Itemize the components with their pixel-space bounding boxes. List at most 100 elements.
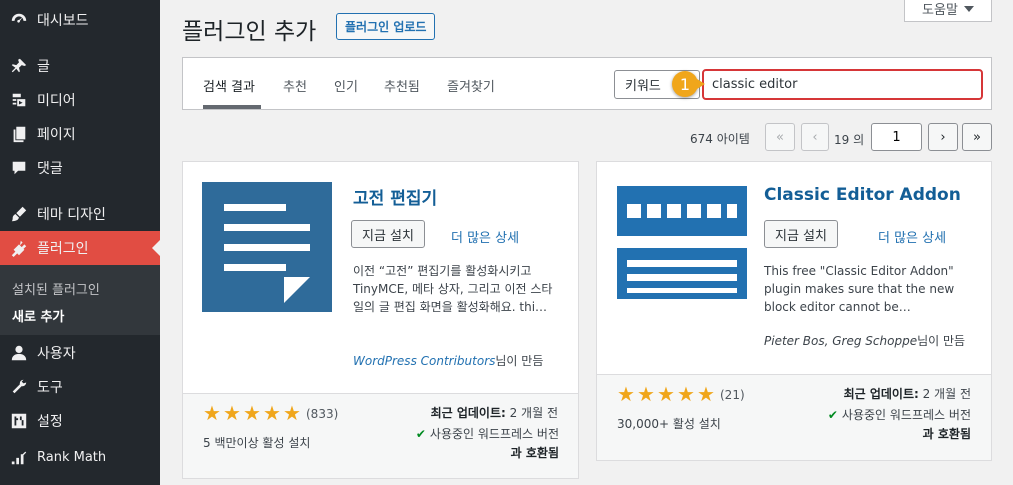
plugin-description: This free "Classic Editor Addon" plugin … xyxy=(764,264,955,314)
next-page-button[interactable]: › xyxy=(928,123,958,151)
sidebar-item-label: 페이지 xyxy=(37,127,76,143)
classic-editor-logo-icon[interactable] xyxy=(202,182,332,312)
star-icon: ★ xyxy=(637,382,655,406)
active-installs: 5 백만이상 활성 설치 xyxy=(203,436,311,450)
tab-popular[interactable]: 인기 xyxy=(334,76,358,95)
sidebar-item-settings[interactable]: 설정 xyxy=(0,404,160,438)
active-installs: 30,000+ 활성 설치 xyxy=(617,417,721,431)
star-icon: ★ xyxy=(263,401,281,425)
sidebar-item-pages[interactable]: 페이지 xyxy=(0,117,160,151)
plugin-name-link[interactable]: 고전 편집기 xyxy=(353,184,437,209)
prev-page-button[interactable]: ‹ xyxy=(801,123,829,151)
compat-text: 사용중인 워드프레스 버전 xyxy=(429,427,559,441)
more-details-link[interactable]: 더 많은 상세 xyxy=(878,227,946,246)
tab-search-results[interactable]: 검색 결과 xyxy=(203,76,255,95)
sidebar-item-appearance[interactable]: 테마 디자인 xyxy=(0,197,160,231)
star-icon: ★ xyxy=(697,382,715,406)
sidebar-item-comments[interactable]: 댓글 xyxy=(0,151,160,185)
plugin-name-link[interactable]: Classic Editor Addon xyxy=(764,185,961,205)
plugin-card: 고전 편집기 지금 설치 더 많은 상세 이전 “고전” 편집기를 활성화시키고… xyxy=(182,161,579,479)
plugin-card-footer: ★ ★ ★ ★ ★ (21) 30,000+ 활성 설치 최근 업데이트: 2 … xyxy=(597,374,991,460)
item-count: 674 아이템 xyxy=(690,132,750,146)
step-callout-1: 1 xyxy=(672,71,705,97)
last-updated: 최근 업데이트: 2 개월 전 xyxy=(431,404,558,421)
last-updated-label: 최근 업데이트: xyxy=(430,406,506,420)
last-updated-label: 최근 업데이트: xyxy=(843,387,919,401)
install-now-button[interactable]: 지금 설치 xyxy=(351,220,425,248)
checkmark-icon: ✔ xyxy=(415,427,426,441)
star-icon: ★ xyxy=(677,382,695,406)
last-page-button[interactable]: » xyxy=(962,123,992,151)
sidebar-item-label: 테마 디자인 xyxy=(37,207,106,223)
plugin-author: WordPress Contributors님이 만듬 xyxy=(353,352,543,369)
upload-plugin-button[interactable]: 플러그인 업로드 xyxy=(336,13,436,40)
last-updated: 최근 업데이트: 2 개월 전 xyxy=(844,385,971,402)
rank-math-icon xyxy=(9,447,29,467)
star-rating: ★ ★ ★ ★ ★ (833) xyxy=(203,401,338,425)
sidebar-item-users[interactable]: 사용자 xyxy=(0,336,160,370)
caret-down-icon xyxy=(963,5,974,12)
rating-count[interactable]: (21) xyxy=(720,388,745,402)
comment-icon xyxy=(9,158,29,178)
pin-icon xyxy=(9,56,29,76)
search-input[interactable] xyxy=(702,69,983,100)
star-icon: ★ xyxy=(657,382,675,406)
first-page-button[interactable]: « xyxy=(765,123,795,151)
submenu-installed-plugins[interactable]: 설치된 플러그인 xyxy=(12,279,100,298)
star-icon: ★ xyxy=(223,401,241,425)
rating-count[interactable]: (833) xyxy=(306,407,338,421)
sidebar-item-label: 댓글 xyxy=(37,161,63,177)
submenu-add-new[interactable]: 새로 추가 xyxy=(12,306,64,325)
compat-bold: 과 호환됨 xyxy=(510,446,559,460)
tab-featured[interactable]: 추천 xyxy=(283,76,307,95)
sidebar-item-posts[interactable]: 글 xyxy=(0,49,160,83)
star-icon: ★ xyxy=(617,382,635,406)
plugin-description: 이전 “고전” 편집기를 활성화시키고 TinyMCE, 메타 상자, 그리고 … xyxy=(353,264,553,314)
settings-icon xyxy=(9,411,29,431)
author-link[interactable]: Pieter Bos, Greg Schoppe xyxy=(764,334,917,348)
compatibility-status: ✔ 사용중인 워드프레스 버전 과 호환됨 xyxy=(391,425,559,463)
install-now-button[interactable]: 지금 설치 xyxy=(764,220,838,248)
sidebar-item-label: 사용자 xyxy=(37,346,76,362)
page-icon xyxy=(9,124,29,144)
author-link[interactable]: WordPress Contributors xyxy=(353,354,495,368)
sidebar-item-label: 설정 xyxy=(37,414,63,430)
page-title: 플러그인 추가 xyxy=(182,19,317,45)
tab-recommended[interactable]: 추천됨 xyxy=(384,76,420,95)
plugin-card: Classic Editor Addon 지금 설치 더 많은 상세 This … xyxy=(596,161,992,461)
brush-icon xyxy=(9,204,29,224)
dashboard-icon xyxy=(9,10,29,30)
plugin-author: Pieter Bos, Greg Schoppe님이 만듬 xyxy=(764,332,965,349)
star-icon: ★ xyxy=(243,401,261,425)
classic-editor-addon-logo-icon[interactable] xyxy=(617,186,747,299)
author-suffix: 님이 만듬 xyxy=(495,354,544,368)
current-page-input[interactable] xyxy=(871,123,922,151)
compatibility-status: ✔ 사용중인 워드프레스 버전 과 호환됨 xyxy=(803,406,971,444)
filter-bar: 검색 결과 추천 인기 추천됨 즐겨찾기 키워드 xyxy=(182,57,992,110)
plugin-card-footer: ★ ★ ★ ★ ★ (833) 5 백만이상 활성 설치 최근 업데이트: 2 … xyxy=(183,393,578,478)
tab-favorites[interactable]: 즐겨찾기 xyxy=(447,76,495,95)
sidebar-item-tools[interactable]: 도구 xyxy=(0,370,160,404)
more-details-link[interactable]: 더 많은 상세 xyxy=(451,227,519,246)
sidebar-item-media[interactable]: 미디어 xyxy=(0,83,160,117)
star-icon: ★ xyxy=(203,401,221,425)
last-updated-value: 2 개월 전 xyxy=(509,406,558,420)
sidebar-item-label: Rank Math xyxy=(37,449,107,465)
sidebar-item-dashboard[interactable]: 대시보드 xyxy=(0,3,160,37)
star-rating: ★ ★ ★ ★ ★ (21) xyxy=(617,382,745,406)
sidebar-item-rank-math[interactable]: Rank Math xyxy=(0,440,160,474)
active-tab-indicator xyxy=(203,105,261,109)
compat-bold: 과 호환됨 xyxy=(922,427,971,441)
sidebar-item-plugins[interactable]: 플러그인 xyxy=(0,231,160,265)
help-button[interactable]: 도움말 xyxy=(904,0,992,22)
media-icon xyxy=(9,90,29,110)
wrench-icon xyxy=(9,377,29,397)
star-icon: ★ xyxy=(283,401,301,425)
sidebar-item-label: 미디어 xyxy=(37,93,76,109)
checkmark-icon: ✔ xyxy=(827,408,838,422)
sidebar-item-label: 대시보드 xyxy=(37,13,89,29)
sidebar-item-label: 도구 xyxy=(37,380,63,396)
plugin-icon xyxy=(9,238,29,258)
sidebar-item-label: 플러그인 xyxy=(37,241,89,257)
help-label: 도움말 xyxy=(922,3,958,18)
